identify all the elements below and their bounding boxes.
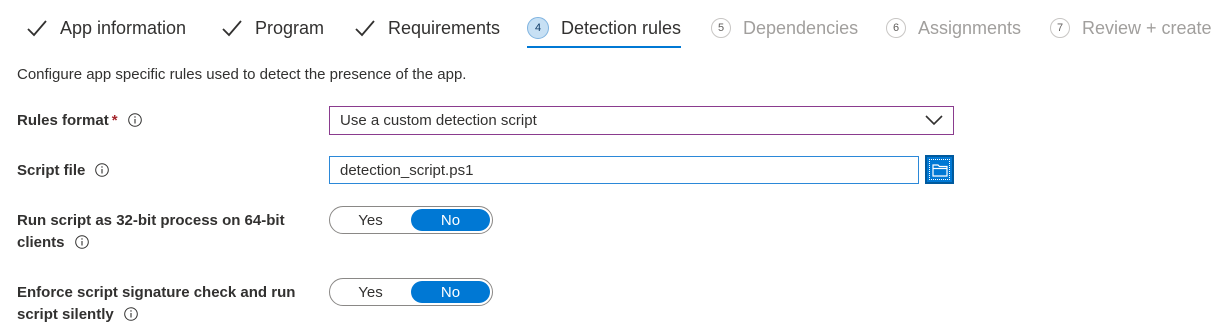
step-label: Dependencies [743,17,859,38]
step-number-badge: 6 [886,18,906,38]
step-review-create[interactable]: 7 Review + create [1050,12,1212,44]
step-assignments[interactable]: 6 Assignments [886,12,1021,44]
checkmark-icon [355,20,375,37]
step-label: Requirements [388,17,501,38]
run-32bit-label: Run script as 32-bit process on 64-bit c… [17,212,285,251]
wizard-steps: App information Program Requirements 4 D… [0,0,1217,52]
step-label: Review + create [1082,17,1212,38]
chevron-down-icon [925,115,943,126]
script-file-input[interactable]: detection_script.ps1 [329,156,919,184]
script-file-value: detection_script.ps1 [340,161,474,179]
rules-format-value: Use a custom detection script [340,112,537,129]
enforce-signature-label: Enforce script signature check and run s… [17,284,296,323]
step-label: Program [255,17,325,38]
step-number-badge: 5 [711,18,731,38]
step-label: Assignments [918,17,1022,38]
info-icon[interactable] [74,235,89,249]
yes-option[interactable]: Yes [330,207,411,233]
run-32bit-toggle[interactable]: Yes No [329,206,493,234]
step-label: Detection rules [561,17,682,38]
checkmark-icon [27,20,47,37]
script-file-label: Script file [17,160,110,182]
no-option[interactable]: No [411,209,490,231]
step-detection-rules[interactable]: 4 Detection rules [527,12,682,48]
step-number-badge: 7 [1050,18,1070,38]
step-number-badge: 4 [527,17,549,39]
folder-icon [931,163,948,177]
info-icon[interactable] [123,307,138,321]
browse-file-button[interactable] [925,155,954,184]
required-marker: * [111,112,118,129]
step-program[interactable]: Program [221,12,324,44]
enforce-signature-toggle[interactable]: Yes No [329,278,493,306]
step-app-information[interactable]: App information [26,12,186,44]
step-dependencies[interactable]: 5 Dependencies [711,12,858,44]
step-requirements[interactable]: Requirements [354,12,500,44]
checkmark-icon [222,20,242,37]
info-icon[interactable] [127,113,142,127]
rules-format-label: Rules format * [17,110,142,132]
page-description: Configure app specific rules used to det… [17,66,467,83]
rules-format-dropdown[interactable]: Use a custom detection script [329,106,954,135]
no-option[interactable]: No [411,281,490,303]
step-label: App information [60,17,187,38]
info-icon[interactable] [95,163,110,177]
current-step-underline [527,46,682,48]
yes-option[interactable]: Yes [330,279,411,305]
